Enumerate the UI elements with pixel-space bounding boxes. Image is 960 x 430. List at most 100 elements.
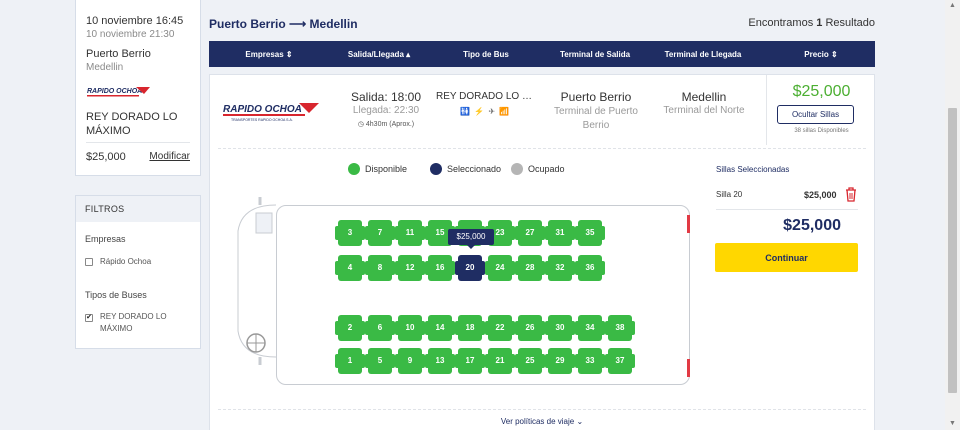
legend-selected-label: Seleccionado: [447, 164, 502, 174]
selection-total: $25,000: [783, 217, 841, 234]
divider: [218, 409, 866, 410]
seat-25[interactable]: 25: [515, 348, 545, 374]
col-companies[interactable]: Empresas ⇕: [245, 50, 292, 59]
scrollbar[interactable]: ▲ ▼: [945, 0, 960, 430]
seat-4[interactable]: 4: [335, 255, 365, 281]
col-price[interactable]: Precio ⇕: [804, 50, 837, 59]
seat-32[interactable]: 32: [545, 255, 575, 281]
result-price: $25,000: [792, 83, 851, 100]
hide-seats-button[interactable]: Ocultar Sillas: [777, 105, 854, 124]
seat-34[interactable]: 34: [575, 315, 605, 341]
seat-29[interactable]: 29: [545, 348, 575, 374]
seat-27[interactable]: 27: [515, 220, 545, 246]
trip-summary-card: 10 noviembre 16:45 10 noviembre 21:30 Pu…: [75, 0, 201, 176]
legend-available: Disponible: [348, 163, 407, 175]
seat-36[interactable]: 36: [575, 255, 605, 281]
seat-1[interactable]: 1: [335, 348, 365, 374]
bus-types-label: Tipos de Buses: [85, 290, 147, 300]
seat-18[interactable]: 18: [455, 315, 485, 341]
continue-button[interactable]: Continuar: [715, 243, 858, 272]
trip-duration: ◷ 4h30m (Aprox.): [357, 121, 415, 128]
seat-35[interactable]: 35: [575, 220, 605, 246]
scrollbar-thumb[interactable]: [948, 108, 957, 393]
company-logo-text: RAPIDO OCHOA: [223, 104, 302, 115]
seat-28[interactable]: 28: [515, 255, 545, 281]
travel-policies-link[interactable]: Ver políticas de viaje ⌄: [210, 417, 874, 426]
seat-price-tooltip: $25,000: [448, 229, 494, 249]
legend-selected: Seleccionado: [430, 163, 501, 175]
seat-24[interactable]: 24: [485, 255, 515, 281]
trip-price: $25,000: [86, 151, 126, 163]
rapido-ochoa-logo: RAPIDO OCHOA: [87, 87, 150, 97]
bus-marker: [687, 215, 690, 233]
scroll-down-icon[interactable]: ▼: [949, 420, 956, 427]
seat-17[interactable]: 17: [455, 348, 485, 374]
seat-10[interactable]: 10: [395, 315, 425, 341]
seat-7[interactable]: 7: [365, 220, 395, 246]
col-departure-arrival[interactable]: Salida/Llegada ▴: [348, 50, 410, 59]
trip-bus-type: REY DORADO LO MÁXIMO: [86, 111, 178, 137]
company-logo: RAPIDO OCHOA TRANSPORTES RAPIDO OCHOA S.…: [223, 103, 319, 122]
seat-12[interactable]: 12: [395, 255, 425, 281]
seat-5[interactable]: 5: [365, 348, 395, 374]
divider: [86, 142, 190, 143]
results-number: 1: [816, 17, 823, 29]
seat-33[interactable]: 33: [575, 348, 605, 374]
bus-front-drawing: [237, 197, 277, 365]
terminal-arrival-sub: Terminal del Norte: [663, 105, 745, 116]
seat-22[interactable]: 22: [485, 315, 515, 341]
terminal-arrival: Medellin: [681, 90, 727, 104]
seat-8[interactable]: 8: [365, 255, 395, 281]
scroll-up-icon[interactable]: ▲: [949, 2, 956, 9]
trip-origin: Puerto Berrio: [86, 48, 151, 60]
seat-13[interactable]: 13: [425, 348, 455, 374]
amenities-icons: 🚻 ⚡ ✈ 📶: [460, 107, 511, 116]
seat-37[interactable]: 37: [605, 348, 635, 374]
table-header: Empresas ⇕ Salida/Llegada ▴ Tipo de Bus …: [209, 41, 875, 67]
trip-arrival-date: 10 noviembre 21:30: [86, 29, 175, 40]
trip-date: 10 noviembre 16:45: [86, 15, 184, 27]
bus-type-option-label[interactable]: REY DORADO LO MÁXIMO: [100, 311, 180, 335]
bus-type-checkbox[interactable]: ✔: [85, 314, 93, 322]
seat-20[interactable]: 20: [455, 255, 485, 281]
results-count: Encontramos 1 Resultado: [748, 17, 875, 29]
company-logo-subtext: TRANSPORTES RAPIDO OCHOA S.A.: [231, 118, 293, 122]
seat-3[interactable]: 3: [335, 220, 365, 246]
company-checkbox[interactable]: [85, 258, 93, 266]
modify-link[interactable]: Modificar: [149, 151, 190, 162]
company-option-label[interactable]: Rápido Ochoa: [100, 256, 151, 268]
seat-31[interactable]: 31: [545, 220, 575, 246]
seat-38[interactable]: 38: [605, 315, 635, 341]
selected-seat-label: Silla 20: [716, 190, 743, 199]
seat-9[interactable]: 9: [395, 348, 425, 374]
logo-text: RAPIDO OCHOA: [87, 88, 142, 95]
trash-icon[interactable]: [844, 186, 858, 202]
col-terminal-departure: Terminal de Salida: [559, 50, 631, 59]
results-suffix: Resultado: [825, 17, 875, 29]
results-prefix: Encontramos: [748, 17, 814, 29]
trip-destination: Medellin: [86, 62, 124, 73]
legend-occupied: Ocupado: [511, 163, 565, 175]
seat-16[interactable]: 16: [425, 255, 455, 281]
filters-panel: FILTROS Empresas Rápido Ochoa Tipos de B…: [75, 195, 201, 349]
legend-occupied-label: Ocupado: [528, 164, 565, 174]
seat-26[interactable]: 26: [515, 315, 545, 341]
terminal-departure: Puerto Berrio: [560, 90, 632, 104]
seat-11[interactable]: 11: [395, 220, 425, 246]
seat-21[interactable]: 21: [485, 348, 515, 374]
companies-label: Empresas: [85, 234, 126, 244]
selected-dot: [430, 163, 442, 175]
legend-available-label: Disponible: [365, 164, 408, 174]
divider: [716, 209, 858, 210]
seat-2[interactable]: 2: [335, 315, 365, 341]
seat-6[interactable]: 6: [365, 315, 395, 341]
col-terminal-arrival: Terminal de Llegada: [664, 50, 742, 59]
selected-seats-title: Sillas Seleccionadas: [716, 165, 790, 174]
arrival-time: Llegada: 22:30: [352, 105, 420, 116]
seat-30[interactable]: 30: [545, 315, 575, 341]
col-bus-type: Tipo de Bus: [463, 50, 509, 59]
seats-available: 38 sillas Disponibles: [794, 128, 849, 134]
bus-marker: [687, 359, 690, 377]
divider: [218, 148, 866, 149]
seat-14[interactable]: 14: [425, 315, 455, 341]
